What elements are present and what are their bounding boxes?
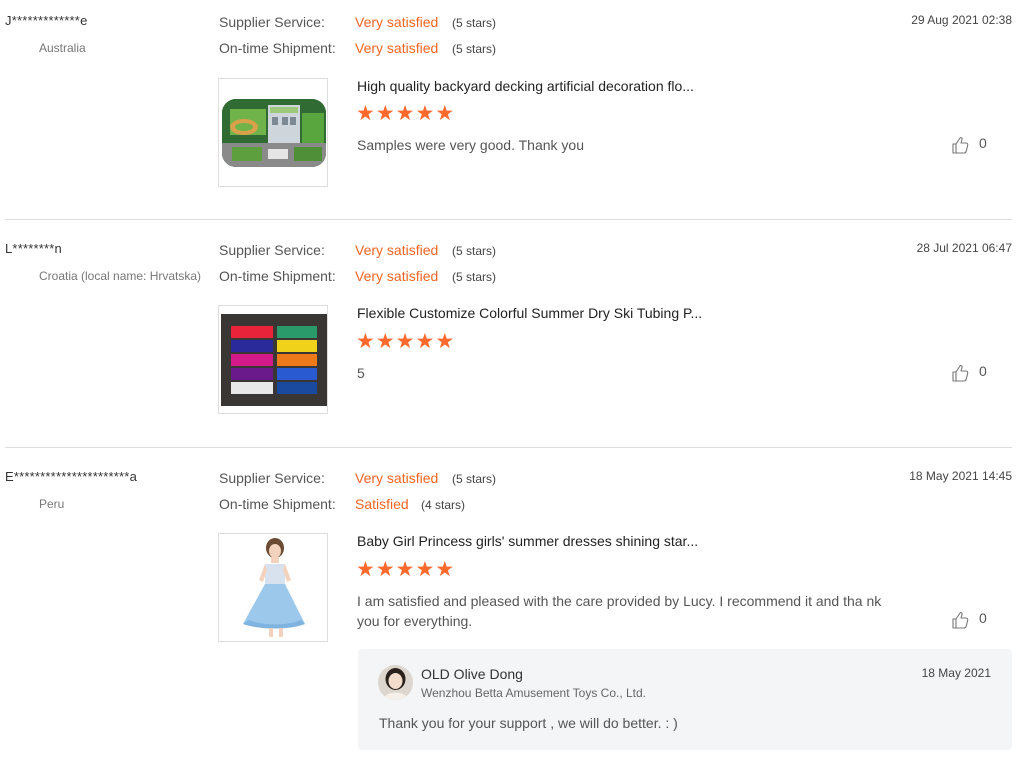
buyer-country: Australia [39, 41, 86, 55]
ontime-shipment-value: Very satisfied [355, 268, 439, 284]
star-icon: ★ [395, 102, 416, 125]
star-icon: ★ [415, 330, 436, 353]
supplier-service-label: Supplier Service: [219, 242, 325, 258]
product-thumbnail[interactable] [218, 305, 328, 414]
buyer-name: E**********************a [5, 469, 138, 484]
review-date: 29 Aug 2021 02:38 [911, 13, 1012, 27]
review-date: 28 Jul 2021 06:47 [916, 241, 1012, 255]
ontime-shipment-stars: (4 stars) [421, 498, 466, 512]
star-icon: ★ [375, 330, 396, 353]
divider [5, 447, 1012, 448]
rating-stars: ★★★★★ [356, 559, 455, 581]
star-icon: ★ [356, 102, 376, 125]
star-icon: ★ [415, 558, 436, 581]
review-item: J*************e Australia Supplier Servi… [0, 0, 1022, 219]
divider [5, 219, 1012, 220]
like-button[interactable]: 0 [951, 609, 991, 633]
like-button[interactable]: 0 [951, 134, 991, 158]
product-thumbnail[interactable] [218, 78, 328, 187]
thumbs-up-icon [952, 365, 969, 382]
supplier-service-label: Supplier Service: [219, 14, 325, 30]
review-comment: 5 [357, 365, 365, 381]
star-icon: ★ [435, 102, 456, 125]
avatar [378, 665, 413, 700]
star-icon: ★ [375, 102, 396, 125]
ontime-shipment-stars: (5 stars) [452, 270, 497, 284]
review-date: 18 May 2021 14:45 [909, 469, 1012, 483]
supplier-service-stars: (5 stars) [452, 244, 497, 258]
ontime-shipment-value: Very satisfied [355, 40, 439, 56]
review-comment: I am satisfied and pleased with the care… [357, 593, 882, 629]
buyer-country: Peru [39, 497, 65, 511]
review-item: E**********************a Peru Supplier S… [0, 456, 1022, 772]
star-icon: ★ [395, 330, 416, 353]
reply-company[interactable]: Wenzhou Betta Amusement Toys Co., Ltd. [421, 686, 646, 700]
avatar-image [378, 665, 413, 700]
product-title[interactable]: Flexible Customize Colorful Summer Dry S… [357, 305, 702, 321]
review-comment: Samples were very good. Thank you [357, 137, 584, 153]
supplier-service-stars: (5 stars) [452, 472, 497, 486]
product-image [219, 534, 327, 641]
star-icon: ★ [356, 558, 376, 581]
like-count: 0 [979, 135, 987, 151]
star-icon: ★ [415, 102, 436, 125]
buyer-name: J*************e [5, 13, 88, 28]
supplier-service-stars: (5 stars) [452, 16, 497, 30]
rating-stars: ★★★★★ [356, 103, 455, 125]
product-image [221, 314, 327, 406]
ontime-shipment-label: On-time Shipment: [219, 496, 336, 512]
reply-date: 18 May 2021 [921, 666, 991, 680]
like-count: 0 [979, 610, 987, 626]
ontime-shipment-stars: (5 stars) [452, 42, 497, 56]
product-title[interactable]: High quality backyard decking artificial… [357, 78, 694, 94]
ontime-shipment-label: On-time Shipment: [219, 268, 336, 284]
product-thumbnail[interactable] [218, 533, 328, 642]
supplier-service-value: Very satisfied [355, 242, 439, 258]
ontime-shipment-value: Satisfied [355, 496, 409, 512]
supplier-service-value: Very satisfied [355, 14, 439, 30]
star-icon: ★ [395, 558, 416, 581]
star-icon: ★ [375, 558, 396, 581]
reply-text: Thank you for your support , we will do … [379, 715, 678, 731]
ontime-shipment-label: On-time Shipment: [219, 40, 336, 56]
buyer-name: L********n [5, 241, 62, 256]
star-icon: ★ [356, 330, 376, 353]
supplier-service-value: Very satisfied [355, 470, 439, 486]
star-icon: ★ [435, 558, 456, 581]
reply-author-name: OLD Olive Dong [421, 666, 523, 682]
thumbs-up-icon [952, 137, 969, 154]
review-item: L********n Croatia (local name: Hrvatska… [0, 228, 1022, 447]
product-image [222, 99, 326, 167]
rating-stars: ★★★★★ [356, 331, 455, 353]
buyer-country: Croatia (local name: Hrvatska) [39, 269, 202, 283]
thumbs-up-icon [952, 612, 969, 629]
like-button[interactable]: 0 [951, 362, 991, 386]
product-title[interactable]: Baby Girl Princess girls' summer dresses… [357, 533, 698, 549]
like-count: 0 [979, 363, 987, 379]
supplier-reply: OLD Olive Dong Wenzhou Betta Amusement T… [358, 649, 1012, 750]
supplier-service-label: Supplier Service: [219, 470, 325, 486]
star-icon: ★ [435, 330, 456, 353]
